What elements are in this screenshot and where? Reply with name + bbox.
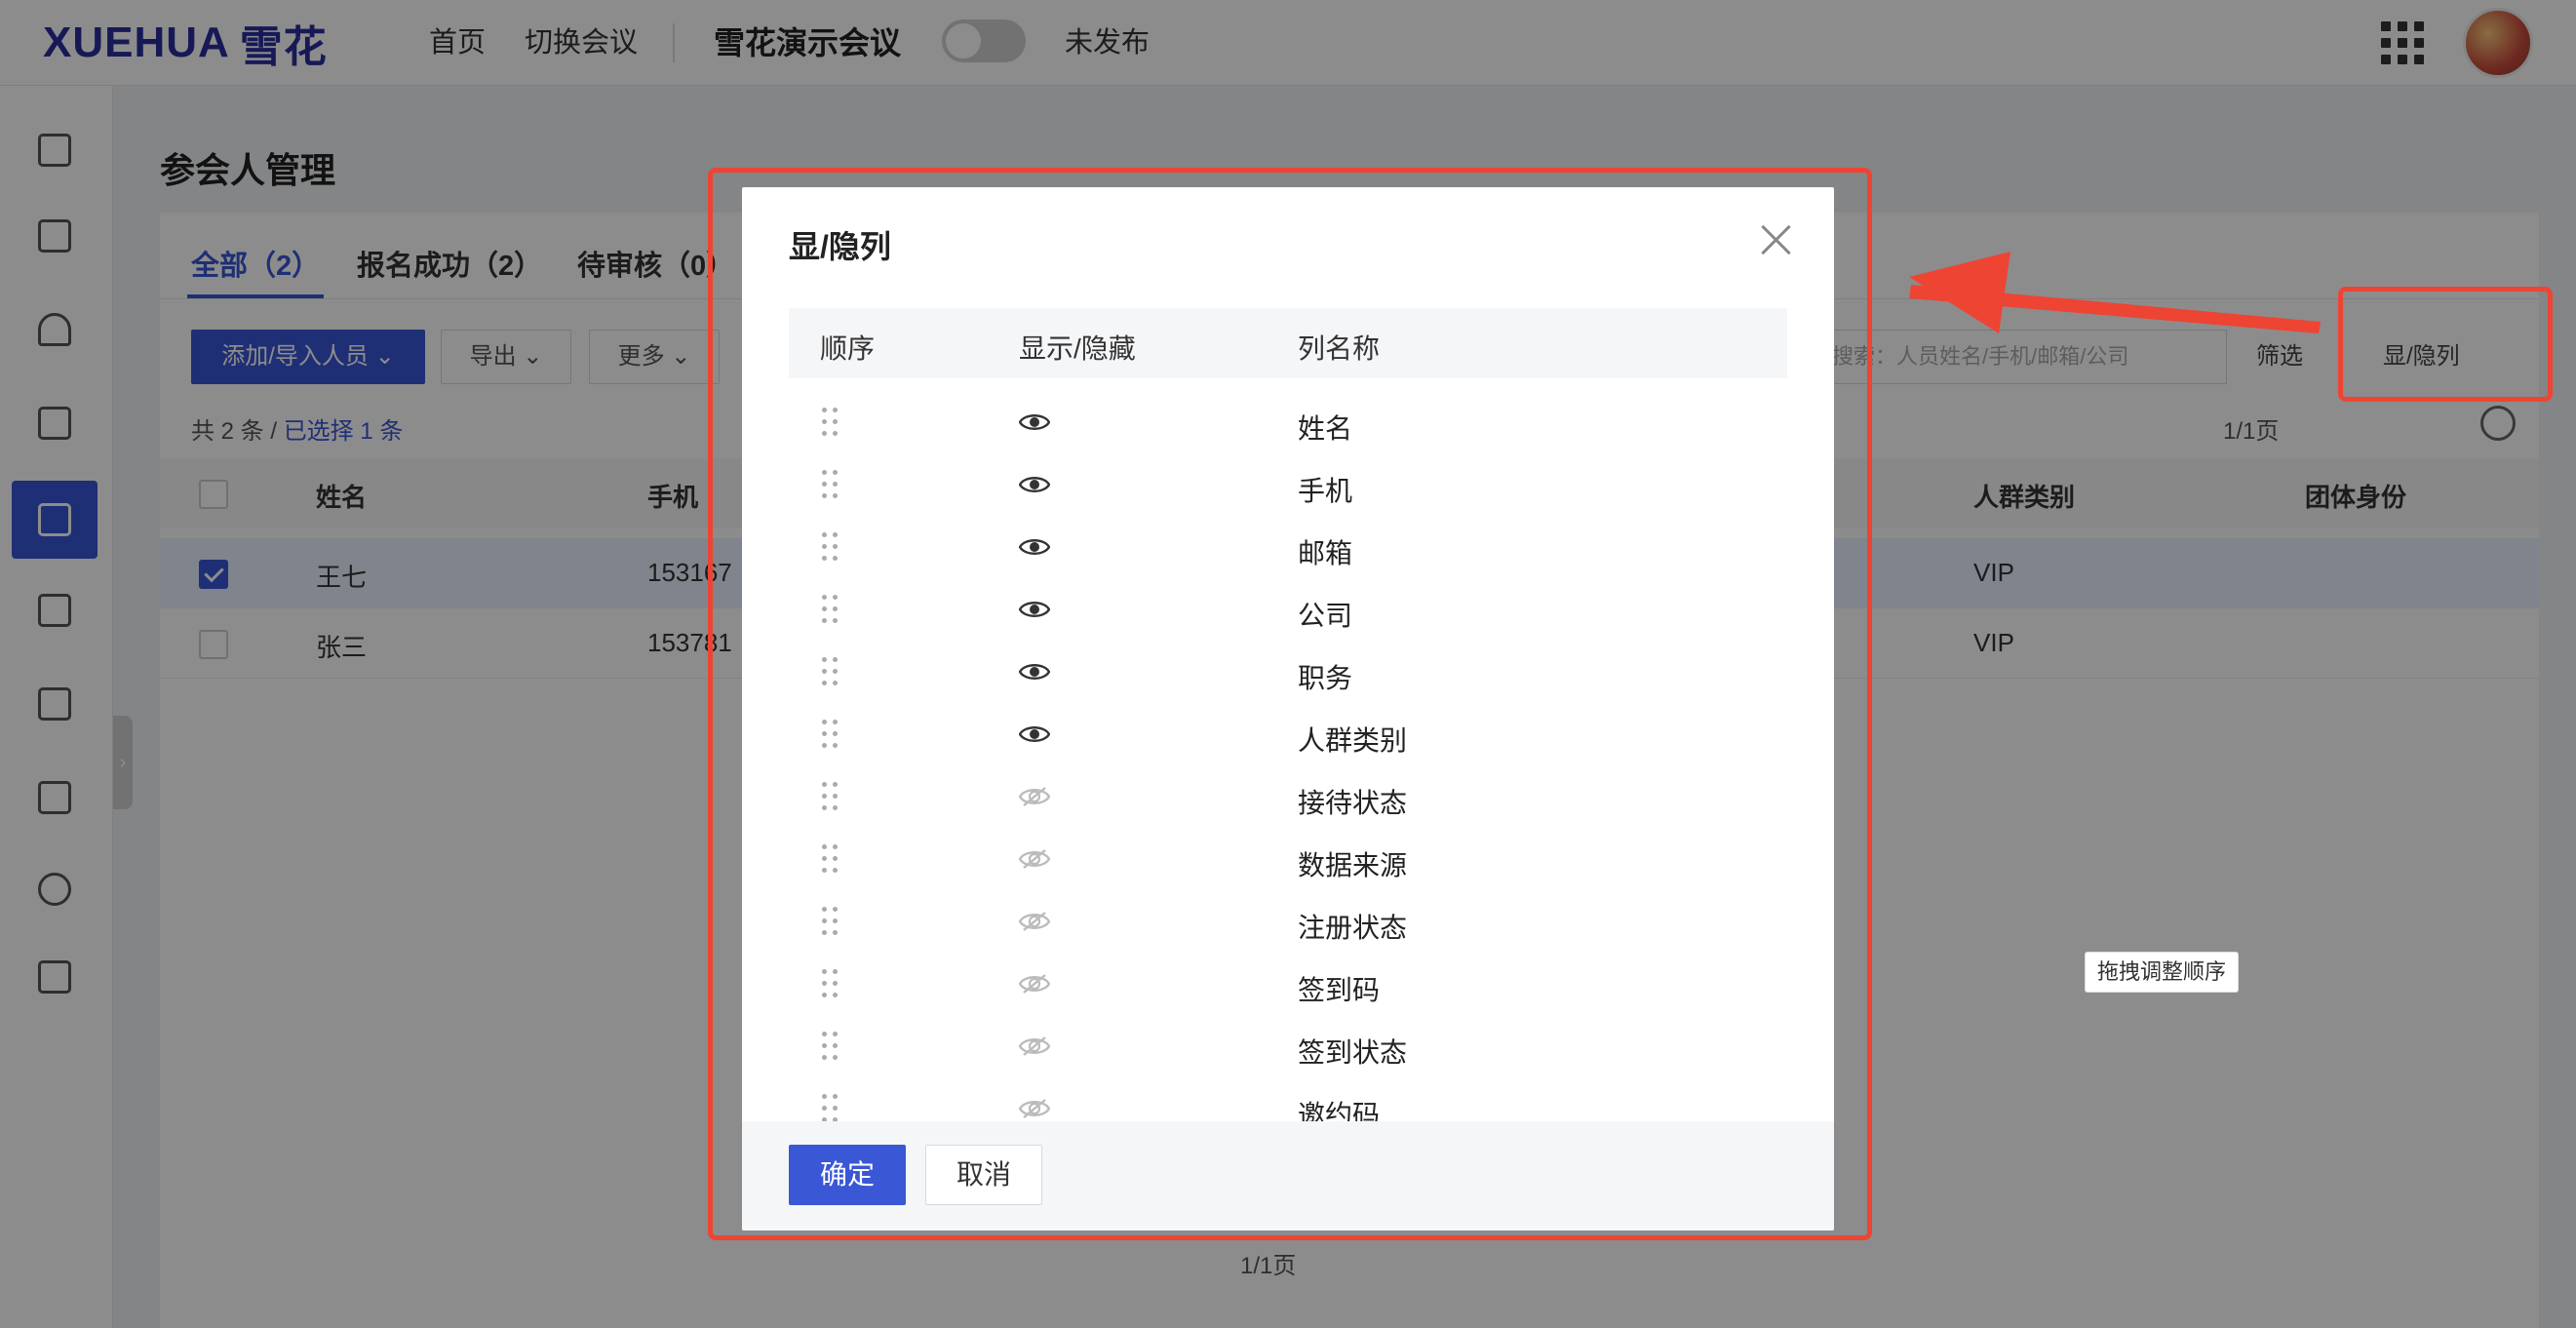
annotation-arrow xyxy=(1909,252,2321,333)
